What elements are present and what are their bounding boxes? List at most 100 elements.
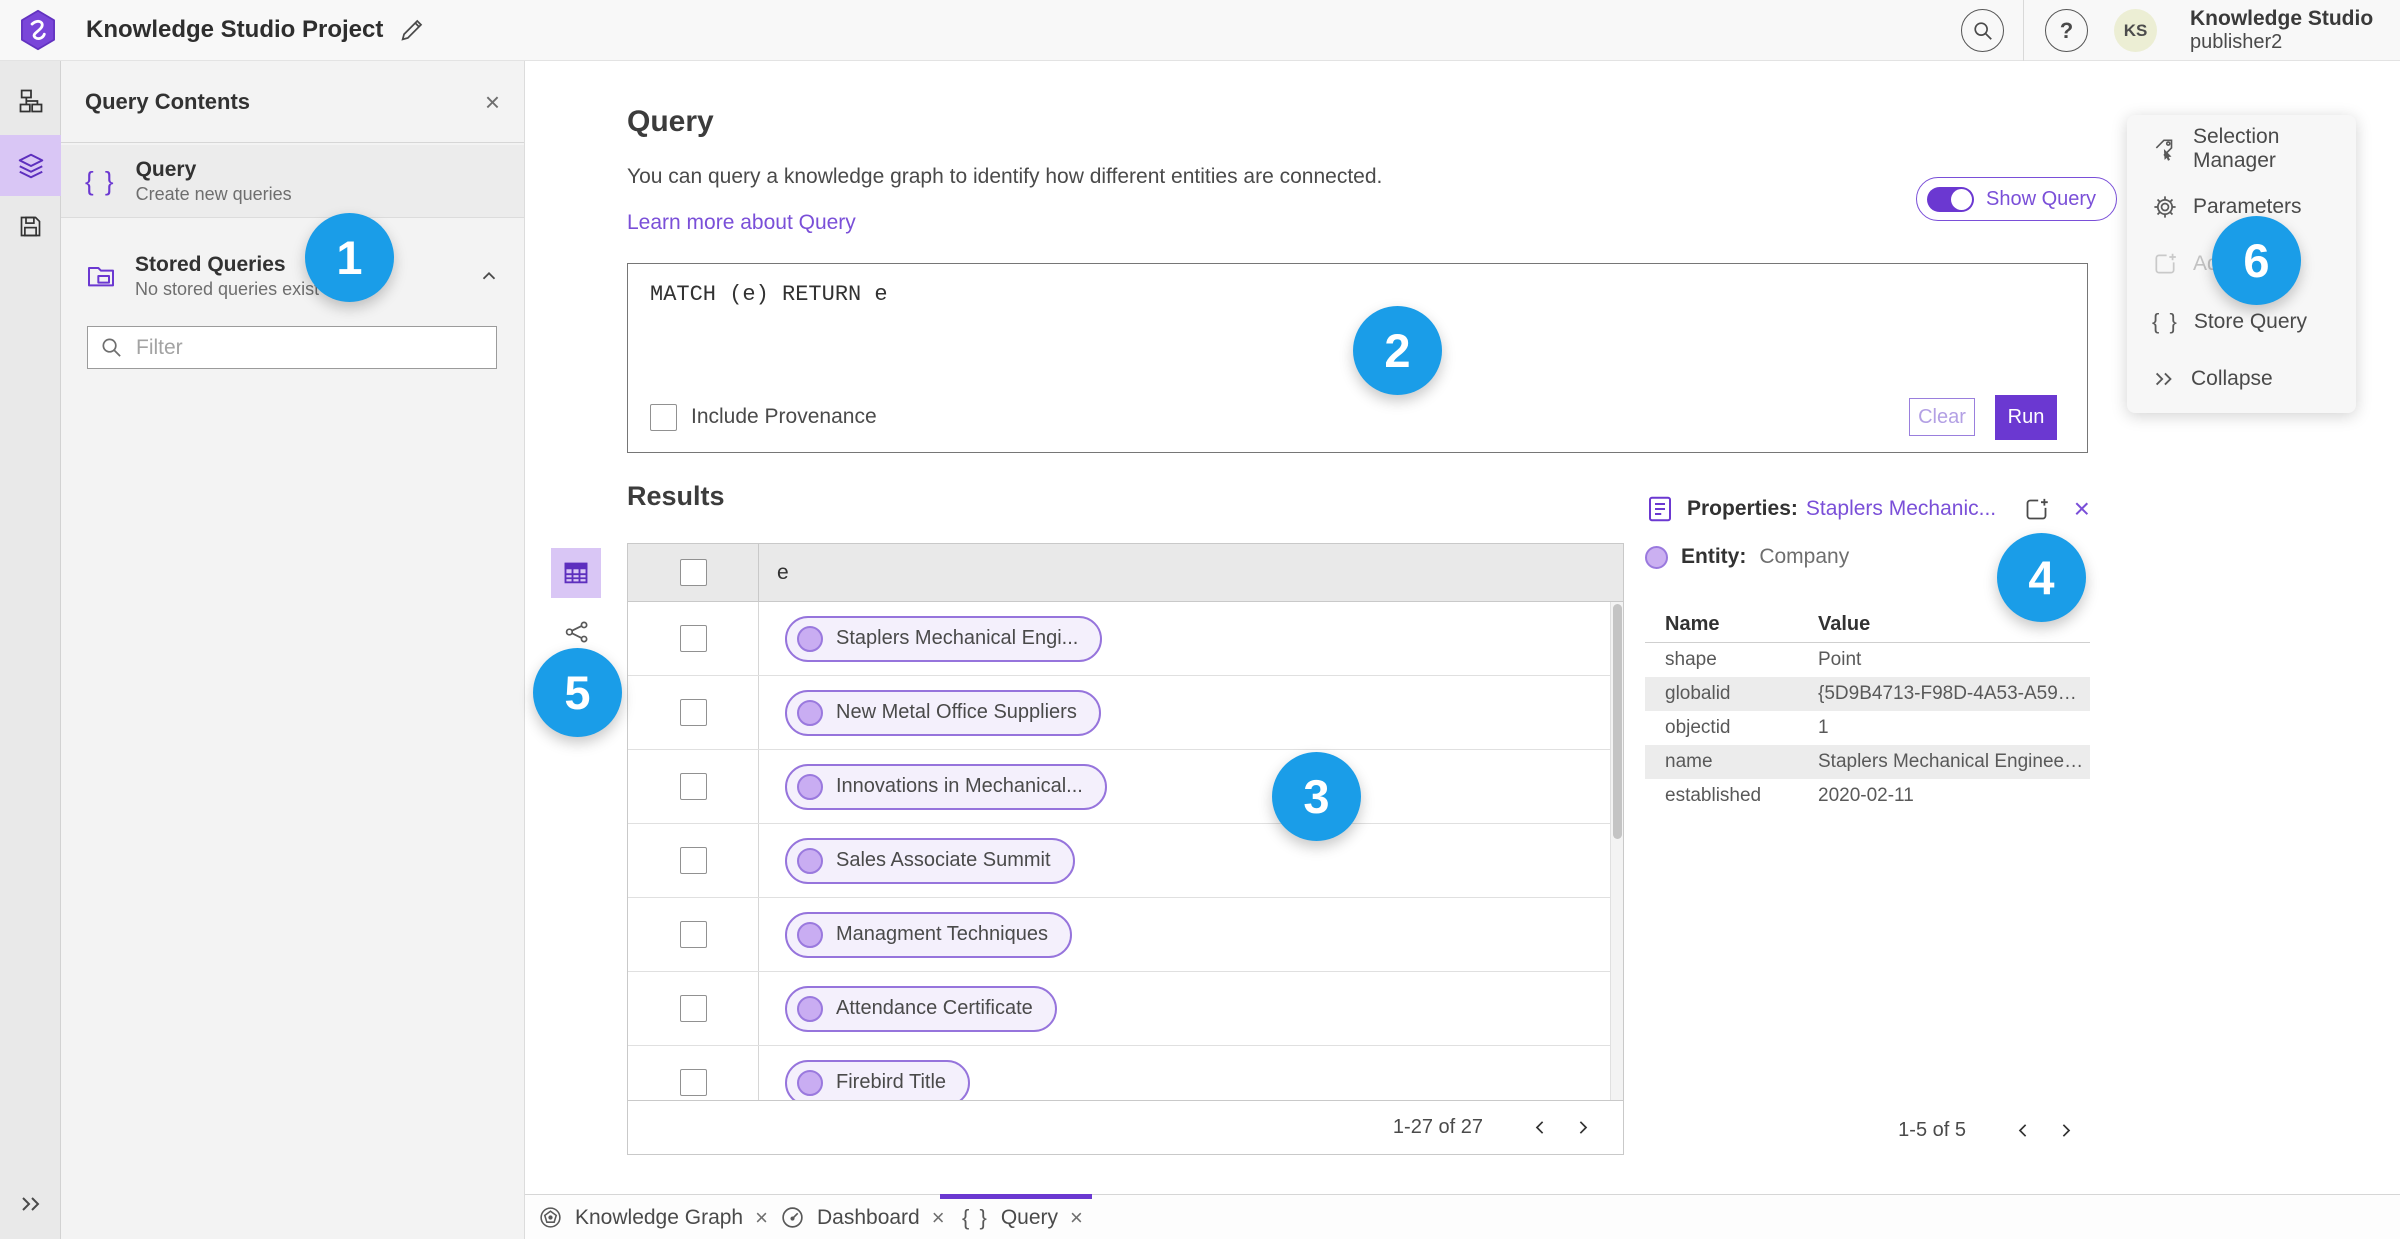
row-checkbox[interactable]	[679, 995, 707, 1022]
row-checkbox[interactable]	[679, 847, 707, 874]
stored-queries-title: Stored Queries	[135, 253, 286, 277]
help-icon: ?	[2059, 17, 2074, 43]
user-avatar[interactable]: KS	[2114, 9, 2157, 52]
entity-chip[interactable]: Staplers Mechanical Engi...	[785, 615, 1103, 662]
link-chart-icon	[565, 621, 588, 643]
selection-manager-icon	[2152, 136, 2178, 162]
expand-icon	[21, 1197, 39, 1211]
entity-label: Entity:	[1681, 545, 1747, 568]
entity-chip[interactable]: Attendance Certificate	[785, 985, 1057, 1032]
next-page-button[interactable]	[2044, 1109, 2086, 1151]
left-rail	[0, 61, 61, 1239]
select-all-checkbox[interactable]	[679, 559, 707, 586]
next-page-button[interactable]	[1561, 1107, 1603, 1149]
menu-item-selection-manager[interactable]: Selection Manager	[2127, 125, 2356, 172]
query-text-input[interactable]: MATCH (e) RETURN e	[628, 264, 2087, 392]
save-button[interactable]	[0, 196, 61, 257]
results-scrollbar[interactable]	[1610, 602, 1623, 1100]
tab-dashboard[interactable]: Dashboard ×	[780, 1195, 945, 1239]
table-view-button[interactable]	[551, 548, 601, 598]
close-icon[interactable]: ×	[2074, 495, 2090, 523]
curly-braces-icon: { }	[962, 1204, 989, 1230]
properties-icon	[1645, 494, 1675, 524]
entity-chip[interactable]: New Metal Office Suppliers	[785, 689, 1101, 736]
table-row: Managment Techniques	[628, 898, 1623, 972]
include-provenance-label: Include Provenance	[691, 405, 877, 428]
user-menu[interactable]: Knowledge Studio publisher2	[2190, 7, 2373, 54]
close-icon[interactable]: ×	[932, 1206, 945, 1229]
link-chart-view-button[interactable]	[564, 619, 590, 645]
close-icon[interactable]: ×	[1070, 1206, 1083, 1229]
query-contents-panel: Query Contents × { } Query Create new qu…	[61, 61, 525, 1239]
properties-entity-link[interactable]: Staplers Mechanic...	[1806, 497, 1996, 521]
filter-input[interactable]	[87, 326, 497, 369]
menu-item-store-query[interactable]: { } Store Query	[2127, 301, 2356, 343]
knowledge-graph-icon	[538, 1205, 563, 1230]
row-checkbox[interactable]	[679, 699, 707, 726]
column-header-name: Name	[1665, 613, 1720, 635]
callout-2: 2	[1353, 306, 1442, 395]
schema-button[interactable]	[0, 70, 61, 131]
app-logo	[17, 9, 59, 51]
layers-icon	[18, 153, 43, 178]
table-icon	[564, 562, 588, 584]
close-icon[interactable]: ×	[485, 89, 500, 115]
show-query-toggle[interactable]: Show Query	[1916, 177, 2118, 221]
entity-chip[interactable]: Managment Techniques	[785, 911, 1072, 958]
callout-4: 4	[1997, 533, 2086, 622]
property-row: established 2020-02-11	[1665, 785, 1914, 806]
menu-item-collapse[interactable]: Collapse	[2127, 358, 2356, 400]
help-button[interactable]: ?	[2045, 9, 2088, 52]
column-header-e: e	[777, 560, 789, 584]
expand-rail-button[interactable]	[0, 1183, 61, 1225]
query-item-subtitle: Create new queries	[135, 183, 292, 204]
include-provenance-option: Include Provenance	[650, 403, 877, 431]
property-row: name Staplers Mechanical Engineering	[1645, 745, 2090, 779]
chevron-left-icon	[2018, 1123, 2026, 1137]
results-table: e Staplers Mechanical Engi... New Metal …	[627, 543, 1624, 1155]
add-new-icon	[2152, 251, 2178, 277]
clear-button[interactable]: Clear	[1909, 398, 1975, 436]
scrollbar-thumb[interactable]	[1612, 604, 1622, 839]
tab-query[interactable]: { } Query ×	[940, 1194, 1092, 1239]
property-row: objectid 1	[1665, 717, 1829, 738]
callout-3: 3	[1272, 752, 1361, 841]
entity-chip[interactable]: Firebird Title	[785, 1059, 971, 1100]
search-button[interactable]	[1961, 9, 2004, 52]
stored-queries-item[interactable]: Stored Queries No stored queries exist	[61, 245, 524, 307]
table-row: Innovations in Mechanical...	[628, 750, 1623, 824]
close-icon[interactable]: ×	[755, 1206, 768, 1229]
run-button[interactable]: Run	[1995, 394, 2057, 440]
chevron-up-icon	[482, 271, 496, 280]
results-page-range: 1-27 of 27	[1392, 1116, 1483, 1138]
properties-label: Properties:	[1687, 497, 1798, 520]
tab-knowledge-graph[interactable]: Knowledge Graph ×	[538, 1195, 768, 1239]
table-row: Firebird Title	[628, 1046, 1623, 1100]
query-item[interactable]: { } Query Create new queries	[61, 145, 524, 218]
panel-header: Query Contents ×	[61, 61, 524, 143]
results-title: Results	[627, 481, 725, 511]
entity-dot-icon	[797, 847, 823, 874]
collapse-section-button[interactable]	[478, 265, 500, 287]
callout-6: 6	[2212, 216, 2301, 305]
gear-icon	[2152, 194, 2178, 220]
row-checkbox[interactable]	[679, 1069, 707, 1096]
row-checkbox[interactable]	[679, 625, 707, 652]
edit-title-icon[interactable]	[398, 16, 426, 44]
entity-chip[interactable]: Sales Associate Summit	[785, 837, 1075, 884]
contents-button[interactable]	[0, 135, 61, 196]
folder-icon	[88, 267, 114, 287]
table-row: Staplers Mechanical Engi...	[628, 602, 1623, 676]
user-name: Knowledge Studio	[2190, 7, 2374, 30]
query-item-title: Query	[135, 158, 197, 182]
row-checkbox[interactable]	[679, 921, 707, 948]
row-checkbox[interactable]	[679, 773, 707, 800]
collapse-icon	[2152, 369, 2176, 389]
entity-dot-icon	[1645, 545, 1668, 569]
entity-chip[interactable]: Innovations in Mechanical...	[785, 763, 1107, 810]
include-provenance-checkbox[interactable]	[650, 403, 677, 431]
prev-page-button[interactable]	[1519, 1107, 1561, 1149]
learn-more-link[interactable]: Learn more about Query	[627, 211, 856, 235]
add-new-icon[interactable]	[2023, 496, 2050, 523]
prev-page-button[interactable]	[2002, 1109, 2044, 1151]
